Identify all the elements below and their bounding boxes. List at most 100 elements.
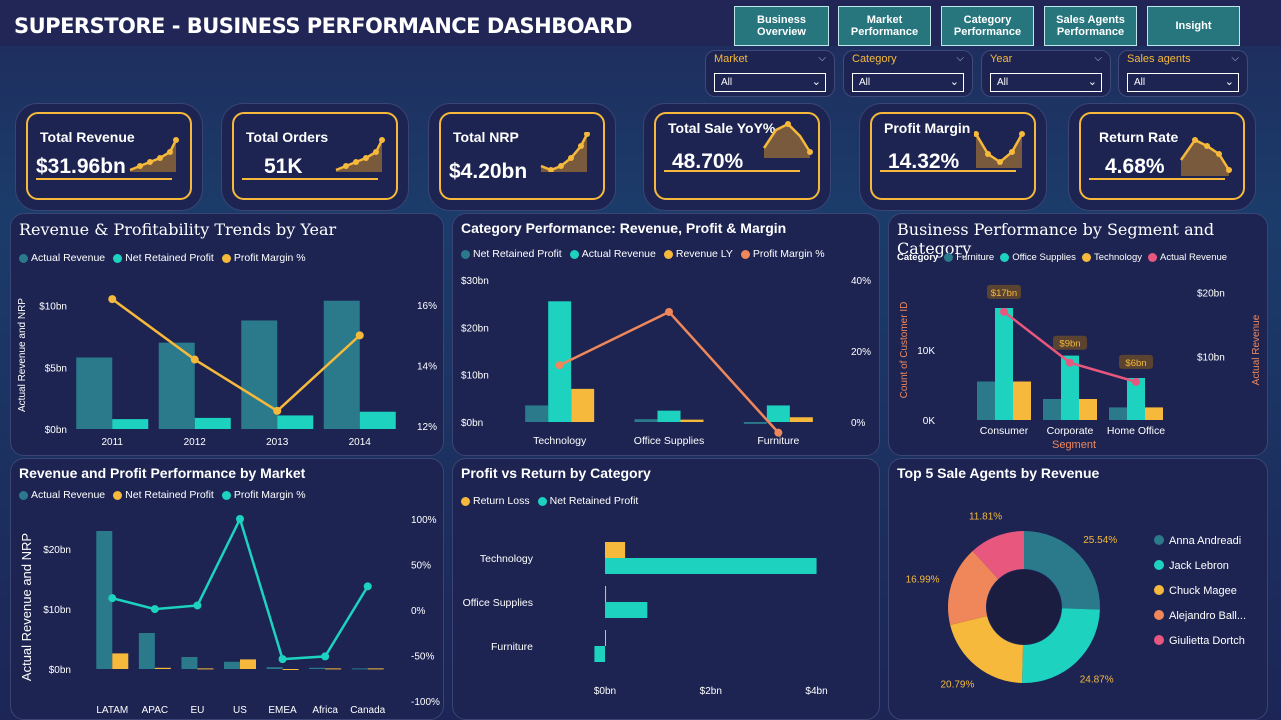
kpi-value: 4.68%	[1105, 155, 1165, 178]
point-actual-revenue	[1132, 377, 1140, 386]
year-dropdown[interactable]: All ⌄	[990, 73, 1102, 92]
market-slicer[interactable]: Market ⌵ All ⌄	[705, 50, 835, 97]
nav-market-performance[interactable]: Market Performance	[838, 6, 931, 46]
legend-label: Anna Andreadi	[1169, 535, 1241, 547]
category-slicer[interactable]: Category ⌵ All ⌄	[843, 50, 973, 97]
legend-item: Office Supplies	[1000, 252, 1076, 263]
point-profit-margin	[273, 406, 282, 415]
point-profit-margin	[774, 428, 783, 437]
bar-net-retained-profit	[112, 419, 149, 429]
bar-net-retained-profit	[525, 405, 549, 422]
bar-net-retained-profit	[112, 653, 129, 669]
kpi-underline	[242, 178, 378, 180]
kpi-card-total-revenue: Total Revenue $31.96bn	[15, 103, 203, 211]
point-profit-margin	[190, 355, 199, 364]
bar-actual-revenue	[266, 667, 283, 669]
legend-item: Profit Margin %	[221, 252, 306, 264]
nav-sales-agents-performance[interactable]: Sales Agents Performance	[1044, 6, 1137, 46]
y-axis-label: Count of Customer ID	[899, 302, 910, 399]
data-label: $9bn	[1059, 339, 1080, 350]
chevron-down-icon[interactable]: ⌵	[1094, 53, 1102, 64]
market-dropdown[interactable]: All ⌄	[714, 73, 826, 92]
point-profit-margin	[108, 594, 117, 603]
y2-tick-label: 40%	[851, 276, 871, 287]
bar-net-retained-profit	[154, 667, 171, 669]
kpi-value: $4.20bn	[449, 160, 528, 183]
chevron-down-icon[interactable]: ⌵	[1231, 53, 1239, 64]
point-profit-margin	[150, 605, 159, 614]
sparkline-icon	[1179, 137, 1232, 176]
chart-title: Revenue and Profit Performance by Market	[19, 465, 306, 481]
legend-item: Technology	[1081, 252, 1142, 263]
bar-net-retained-profit	[194, 417, 231, 429]
kpi-label: Total NRP	[453, 129, 519, 145]
sales-agents-slicer[interactable]: Sales agents ⌵ All ⌄	[1118, 50, 1248, 97]
sparkline-icon	[762, 121, 813, 158]
kpi-card-total-sale-yoy: Total Sale YoY% 48.70%	[643, 103, 831, 211]
y2-tick-label: 0%	[411, 606, 426, 617]
sparkline-icon	[540, 132, 590, 172]
legend-dot	[1154, 610, 1164, 620]
bar-actual-revenue	[309, 667, 326, 669]
segment-panel: Business Performance by Segment and Cate…	[888, 213, 1268, 456]
bar-actual-revenue	[351, 668, 368, 670]
bar-technology	[1079, 399, 1097, 420]
y2-tick-label: -100%	[411, 697, 440, 708]
kpi-underline	[1089, 178, 1225, 180]
x-tick-label: Technology	[533, 435, 587, 447]
point-actual-revenue	[1000, 307, 1008, 316]
x-tick-label: EU	[190, 705, 204, 716]
y-tick-label: $20bn	[461, 323, 489, 334]
bar-actual-revenue	[241, 320, 278, 429]
kpi-card-total-orders: Total Orders 51K	[221, 103, 409, 211]
slice-value-label: 24.87%	[1080, 674, 1114, 685]
kpi-label: Total Revenue	[40, 129, 135, 145]
year-slicer[interactable]: Year ⌵ All ⌄	[981, 50, 1111, 97]
category-chart: $0bn $10bn $20bn $30bn 0% 20% 40% Technology Off…	[461, 276, 871, 447]
category-dropdown[interactable]: All ⌄	[852, 73, 964, 92]
bar-technology	[1013, 381, 1031, 420]
y-tick-label: $20bn	[43, 545, 71, 556]
y-tick-label: Technology	[480, 553, 534, 565]
dropdown-arrow-icon: ⌄	[949, 76, 959, 88]
bar-actual-revenue	[224, 661, 240, 669]
point-profit-margin	[193, 601, 202, 610]
nav-insight[interactable]: Insight	[1147, 6, 1240, 46]
legend-label: Jack Lebron	[1169, 560, 1229, 572]
kpi-card-profit-margin: Profit Margin 14.32%	[859, 103, 1047, 211]
kpi-underline	[36, 178, 172, 180]
bar-actual-revenue	[138, 633, 155, 669]
y2-tick-label: 50%	[411, 561, 431, 572]
category-panel: Category Performance: Revenue, Profit & …	[452, 213, 880, 456]
segment-chart: 0K 10K $10bn $20bn Count of Customer ID Actua…	[899, 284, 1262, 451]
legend-item: Net Retained Profit	[461, 248, 562, 260]
legend-item: Furniture	[944, 252, 994, 263]
chart-title: Revenue & Profitability Trends by Year	[19, 220, 337, 239]
y-tick-label: $30bn	[461, 276, 489, 287]
bar-furniture	[1109, 407, 1127, 420]
chevron-down-icon[interactable]: ⌵	[956, 53, 964, 64]
sales-agents-dropdown[interactable]: All ⌄	[1127, 73, 1239, 92]
bar-return-loss	[605, 630, 606, 646]
slicer-label: Sales agents	[1127, 53, 1191, 65]
bar-revenue-ly	[571, 388, 595, 422]
y-tick-label: Office Supplies	[463, 597, 533, 609]
x-tick-label: Office Supplies	[634, 435, 704, 447]
sparkline-icon	[335, 137, 385, 172]
legend-item: Actual Revenue	[1148, 252, 1227, 263]
trends-panel: Revenue & Profitability Trends by Year A…	[10, 213, 444, 456]
bar-revenue-ly	[680, 419, 704, 422]
y-tick-label: $0bn	[45, 425, 67, 436]
kpi-label: Return Rate	[1099, 129, 1179, 145]
nav-business-overview[interactable]: Business Overview	[734, 6, 829, 46]
dropdown-value: All	[997, 77, 1009, 88]
bar-net-retained-profit	[743, 422, 767, 424]
x-tick-label: 2014	[349, 437, 372, 448]
chevron-down-icon[interactable]: ⌵	[818, 53, 826, 64]
y2-tick-label: 12%	[417, 422, 437, 433]
point-profit-margin	[321, 652, 330, 661]
chart-legend: Net Retained Profit Actual Revenue Reven…	[461, 248, 825, 260]
nav-category-performance[interactable]: Category Performance	[941, 6, 1034, 46]
kpi-card-total-nrp: Total NRP $4.20bn	[428, 103, 616, 211]
bar-return-loss	[605, 542, 626, 558]
